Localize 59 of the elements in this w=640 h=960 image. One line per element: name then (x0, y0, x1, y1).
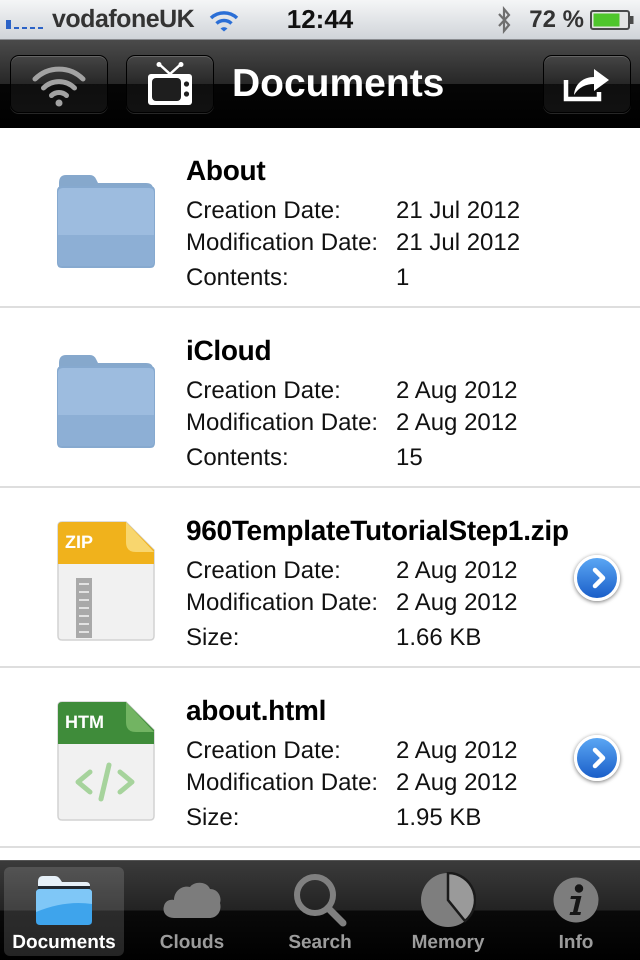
detail-label: Creation Date: (186, 377, 342, 405)
tab[interactable]: Search (260, 867, 380, 956)
tab[interactable]: Clouds (132, 867, 252, 956)
detail-label: Modification Date: (186, 409, 380, 437)
item-name: iCloud (186, 334, 272, 368)
detail-disclosure-button[interactable] (574, 735, 620, 781)
folder-icon (35, 874, 93, 926)
detail-disclosure-button[interactable] (574, 555, 620, 601)
share-button[interactable] (543, 55, 631, 113)
battery-percentage: 72 % (529, 6, 584, 34)
item-name: 960TemplateTutorialStep1.zip (186, 514, 569, 548)
chevron-icon (590, 567, 606, 589)
detail-value: 1.66 KB (396, 624, 482, 652)
share-icon (563, 66, 611, 102)
search-icon (292, 872, 348, 928)
tab[interactable]: Memory (388, 867, 508, 956)
wifi-button[interactable] (10, 55, 108, 113)
folder-icon (56, 353, 156, 449)
tv-icon (146, 62, 194, 106)
detail-value: 2 Aug 2012 (396, 769, 518, 797)
detail-value: 2 Aug 2012 (396, 409, 518, 437)
item-name: about.html (186, 694, 326, 728)
detail-value: 2 Aug 2012 (396, 737, 518, 765)
detail-label: Contents: (186, 264, 290, 292)
detail-value: 1.95 KB (396, 804, 482, 832)
detail-label: Size: (186, 624, 240, 652)
detail-label: Creation Date: (186, 197, 342, 225)
tab[interactable]: Info (516, 867, 636, 956)
folder-icon (56, 173, 156, 269)
screen-title: Documents (232, 62, 444, 106)
tv-button[interactable] (126, 55, 214, 113)
detail-value: 2 Aug 2012 (396, 377, 518, 405)
detail-label: Contents: (186, 444, 290, 472)
battery-icon (590, 10, 634, 30)
zip-file-icon (56, 520, 156, 642)
file-type-label: ZIP (65, 531, 94, 553)
file-type-label: HTM (65, 711, 104, 733)
code-file-icon (56, 700, 156, 822)
pie-chart-icon (420, 872, 476, 928)
detail-value: 1 (396, 264, 410, 292)
detail-label: Creation Date: (186, 737, 342, 765)
detail-label: Modification Date: (186, 229, 380, 257)
bluetooth-icon (497, 6, 512, 34)
detail-label: Modification Date: (186, 589, 380, 617)
detail-value: 21 Jul 2012 (396, 197, 520, 225)
detail-value: 2 Aug 2012 (396, 557, 518, 585)
tab[interactable]: Documents (4, 867, 124, 956)
info-icon (553, 877, 599, 923)
detail-value: 21 Jul 2012 (396, 229, 520, 257)
clock-time: 12:44 (286, 4, 354, 35)
detail-value: 15 (396, 444, 423, 472)
carrier-name: vodafoneUK (52, 5, 194, 34)
detail-label: Modification Date: (186, 769, 380, 797)
detail-label: Creation Date: (186, 557, 342, 585)
chevron-icon (590, 747, 606, 769)
item-name: About (186, 154, 266, 188)
cloud-icon (162, 881, 222, 919)
detail-value: 2 Aug 2012 (396, 589, 518, 617)
detail-label: Size: (186, 804, 240, 832)
